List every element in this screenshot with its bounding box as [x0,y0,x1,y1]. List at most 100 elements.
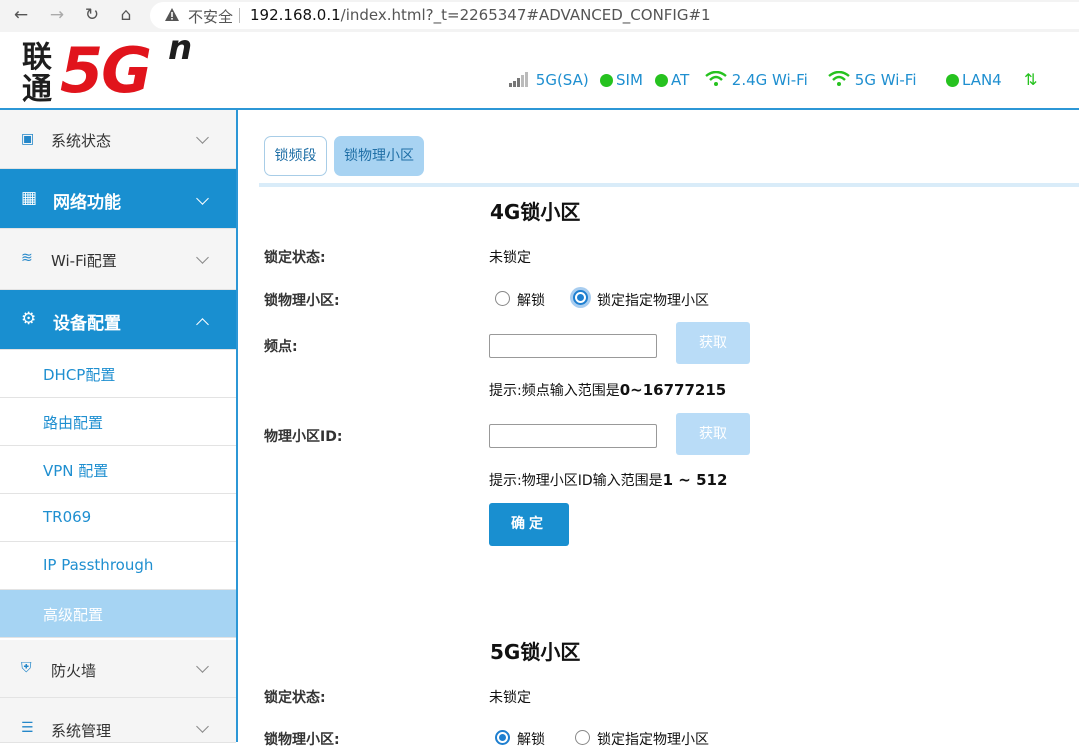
subitem-label: TR069 [43,508,92,526]
sidebar-item-network[interactable]: ▦ 网络功能 [0,169,236,229]
sidebar-item-system-status[interactable]: ▣ 系统状态 [0,110,236,169]
page-header: 联通 5G n 5G(SA) SIM AT 2.4G Wi-Fi 5G Wi-F… [0,28,1079,110]
unlock-radio-label: 解锁 [517,293,545,309]
chevron-up-icon [196,318,209,331]
sidebar-item-label: 网络功能 [53,193,121,213]
subitem-tr069[interactable]: TR069 [0,494,236,542]
pci-hint-text: 提示:物理小区ID输入范围是 [489,473,663,489]
url-path: /index.html?_t=2265347#ADVANCED_CONFIG#1 [340,6,711,24]
frequency-label: 频点: [264,339,298,355]
wifi5-status: 5G Wi-Fi [828,70,917,90]
sidebar-item-device-config[interactable]: ⚙ 设备配置 [0,290,236,350]
wifi-icon [705,70,727,86]
status-dot-icon [655,74,668,87]
sidebar-item-system-admin[interactable]: ☰ 系统管理 [0,698,236,743]
address-bar[interactable]: 不安全 192.168.0.1/index.html?_t=2265347#AD… [150,2,1079,29]
tab-lock-band[interactable]: 锁频段 [264,136,327,176]
lock-cell-label-5g: 锁物理小区: [264,732,340,748]
frequency-input[interactable] [489,334,657,358]
subitem-label: VPN 配置 [43,462,109,480]
subitem-ip-passthrough[interactable]: IP Passthrough [0,542,236,590]
lock-status-label: 锁定状态: [264,250,326,266]
sidebar-item-label: 系统状态 [51,132,112,150]
lock-cell-radio-label-5g: 锁定指定物理小区 [597,732,709,748]
forward-arrow-icon[interactable]: → [46,4,68,26]
logo-cn: 联通 [22,40,52,107]
sidebar-item-wifi[interactable]: ≋ Wi-Fi配置 [0,229,236,290]
chevron-down-icon [196,131,209,144]
logo-5g: 5G [60,34,152,107]
shield-icon: ⛨ [21,660,32,676]
unlock-radio-5g[interactable] [495,730,510,745]
section-title-5g: 5G锁小区 [490,640,581,664]
sim-status: SIM [600,70,643,90]
warning-icon [165,8,179,21]
get-frequency-button[interactable]: 获取 [676,322,750,364]
lan-label: LAN4 [962,71,1002,89]
reload-icon[interactable]: ↻ [81,4,103,26]
sidebar-item-label: 设备配置 [53,314,121,334]
tab-lock-cell[interactable]: 锁物理小区 [334,136,424,176]
insecure-label: 不安全 [188,8,234,26]
monitor-icon: ▣ [21,131,35,147]
lock-cell-radio[interactable] [573,290,588,305]
lock-cell-radio-5g[interactable] [575,730,590,745]
at-status: AT [655,70,689,90]
lock-status-label-5g: 锁定状态: [264,690,326,706]
status-dot-icon [600,74,613,87]
browser-toolbar: ← → ↻ ⌂ 不安全 192.168.0.1/index.html?_t=22… [0,0,1079,33]
chevron-down-icon [196,720,209,733]
pci-label: 物理小区ID: [264,429,343,445]
sidebar-item-label: 防火墙 [51,662,97,680]
confirm-button[interactable]: 确定 [489,503,569,546]
home-icon[interactable]: ⌂ [115,4,137,26]
subitem-label: IP Passthrough [43,556,154,574]
pci-hint: 提示:物理小区ID输入范围是1 ~ 512 [489,470,727,490]
network-label: 5G(SA) [535,71,589,89]
signal-icon [509,72,528,87]
tab-divider [259,183,1079,187]
subitem-dhcp[interactable]: DHCP配置 [0,350,236,398]
frequency-hint: 提示:频点输入范围是0~16777215 [489,380,726,400]
lock-cell-label: 锁物理小区: [264,293,340,309]
grid-icon: ▦ [21,188,38,208]
sim-label: SIM [616,71,643,89]
lock-status-value-5g: 未锁定 [489,690,531,706]
data-transfer-icon: ⇅ [1024,70,1038,89]
frequency-hint-text: 提示:频点输入范围是 [489,383,620,399]
chevron-down-icon [196,251,209,264]
at-label: AT [671,71,690,89]
pci-input[interactable] [489,424,657,448]
subitem-route[interactable]: 路由配置 [0,398,236,446]
url-host: 192.168.0.1 [250,6,341,24]
wifi5-label: 5G Wi-Fi [854,71,917,89]
back-arrow-icon[interactable]: ← [10,4,32,26]
unlock-radio[interactable] [495,291,510,306]
pci-hint-range: 1 ~ 512 [662,471,728,489]
subitem-advanced[interactable]: 高级配置 [0,590,236,638]
wifi-icon: ≋ [21,250,33,266]
section-title-4g: 4G锁小区 [490,200,581,224]
unlock-radio-label-5g: 解锁 [517,732,545,748]
sidebar-item-label: Wi-Fi配置 [51,252,117,270]
url-text[interactable]: 192.168.0.1/index.html?_t=2265347#ADVANC… [250,6,711,24]
sliders-icon: ☰ [21,720,34,736]
status-dot-icon [946,74,959,87]
divider [239,8,240,23]
get-pci-button[interactable]: 获取 [676,413,750,455]
frequency-hint-range: 0~16777215 [619,381,727,399]
lan-status: LAN4 [946,70,1002,90]
lock-cell-radio-label: 锁定指定物理小区 [597,293,709,309]
chevron-down-icon [196,192,209,205]
gear-icon: ⚙ [21,309,37,329]
sidebar-item-firewall[interactable]: ⛨ 防火墙 [0,640,236,698]
wifi-icon [828,70,850,86]
logo-n: n [168,28,193,68]
subitem-label: DHCP配置 [43,366,116,384]
subitem-label: 路由配置 [43,414,104,432]
subitem-vpn[interactable]: VPN 配置 [0,446,236,494]
sidebar: ▣ 系统状态 ▦ 网络功能 ≋ Wi-Fi配置 ⚙ 设备配置 DHCP配置 路由… [0,110,238,743]
lock-status-value: 未锁定 [489,250,531,266]
chevron-down-icon [196,660,209,673]
network-status: 5G(SA) [509,70,589,90]
